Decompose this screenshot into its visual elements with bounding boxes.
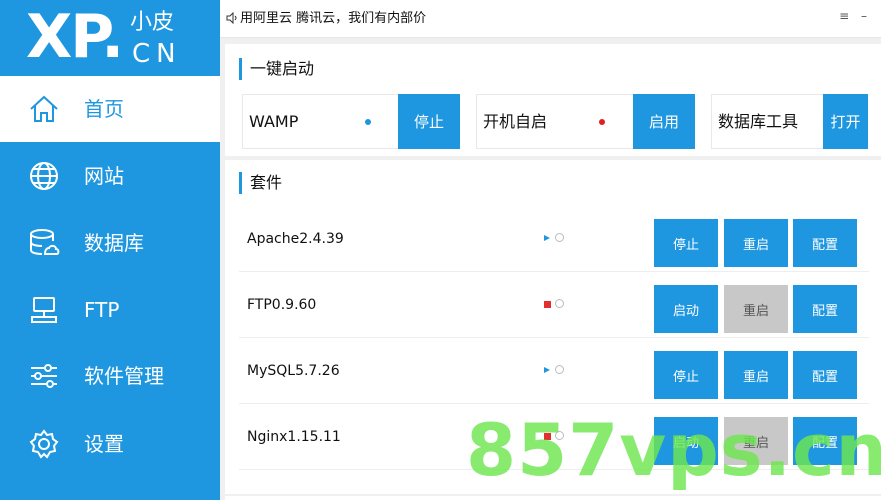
home-icon (28, 93, 60, 125)
nginx-restart-button[interactable]: 重启 (724, 417, 788, 465)
globe-icon (28, 160, 60, 192)
card-label: 开机自启 (483, 112, 547, 132)
table-row: Apache2.4.39 停止 重启 配置 (239, 208, 869, 272)
sidebar-item-label: 数据库 (84, 230, 144, 256)
mysql-restart-button[interactable]: 重启 (724, 351, 788, 399)
mysql-toggle-button[interactable]: 停止 (654, 351, 718, 399)
table-row: FTP0.9.60 启动 重启 配置 (239, 274, 869, 338)
speaker-icon (226, 12, 238, 24)
sidebar-item-home[interactable]: 首页 (0, 76, 220, 142)
info-icon (555, 299, 564, 308)
table-row: MySQL5.7.26 停止 重启 配置 (239, 340, 869, 404)
next-panel-edge (225, 496, 881, 500)
ftp-restart-button[interactable]: 重启 (724, 285, 788, 333)
logo: XP. 小皮 CN (0, 0, 220, 76)
info-icon (555, 431, 564, 440)
sidebar-item-label: 首页 (84, 96, 124, 122)
sidebar-item-settings[interactable]: 设置 (0, 411, 220, 477)
ftp-toggle-button[interactable]: 启动 (654, 285, 718, 333)
sidebar-item-label: 网站 (84, 163, 124, 189)
sidebar-item-label: 软件管理 (84, 363, 164, 389)
sidebar-item-software[interactable]: 软件管理 (0, 343, 220, 409)
card-label: 数据库工具 (718, 112, 798, 132)
sidebar-item-website[interactable]: 网站 (0, 143, 220, 209)
ftp-config-button[interactable]: 配置 (793, 285, 857, 333)
quickstart-card-wamp: WAMP 停止 (242, 94, 460, 149)
apache-config-button[interactable]: 配置 (793, 219, 857, 267)
quickstart-title: 一键启动 (239, 58, 314, 80)
stopped-icon (544, 301, 551, 308)
notice-link[interactable]: 用阿里云 腾讯云，我们有内部价 (240, 10, 426, 28)
sidebar-item-label: FTP (84, 297, 119, 323)
stopped-icon (544, 433, 551, 440)
sidebar-item-label: 设置 (84, 431, 124, 457)
sliders-icon (28, 360, 60, 392)
apache-toggle-button[interactable]: 停止 (654, 219, 718, 267)
ftp-icon (28, 294, 60, 326)
status-dot (365, 119, 371, 125)
sidebar: XP. 小皮 CN 首页 网站 数据库 FTP 软件管理 (0, 0, 220, 500)
running-icon (544, 235, 550, 241)
mysql-config-button[interactable]: 配置 (793, 351, 857, 399)
quickstart-card-autostart: 开机自启 启用 (476, 94, 695, 149)
logo-xp: XP. (26, 2, 122, 72)
dbtool-open-button[interactable]: 打开 (823, 94, 868, 149)
window-controls[interactable]: ≡ – (839, 9, 871, 23)
logo-cn: CN (132, 40, 182, 68)
apache-restart-button[interactable]: 重启 (724, 219, 788, 267)
service-name: FTP0.9.60 (247, 296, 316, 314)
info-icon (555, 233, 564, 242)
nginx-config-button[interactable]: 配置 (793, 417, 857, 465)
wamp-stop-button[interactable]: 停止 (398, 94, 460, 149)
status-dot (599, 119, 605, 125)
running-icon (544, 367, 550, 373)
info-icon (555, 365, 564, 374)
database-icon (28, 227, 60, 259)
quickstart-card-dbtool: 数据库工具 打开 (711, 94, 868, 149)
service-name: Nginx1.15.11 (247, 428, 341, 446)
logo-sub: 小皮 (130, 10, 174, 36)
service-name: Apache2.4.39 (247, 230, 344, 248)
suite-title: 套件 (239, 172, 282, 194)
header-bar: 用阿里云 腾讯云，我们有内部价 ≡ – (220, 0, 881, 38)
sidebar-item-database[interactable]: 数据库 (0, 210, 220, 276)
table-row: Nginx1.15.11 启动 重启 配置 (239, 406, 869, 470)
card-label: WAMP (249, 112, 298, 132)
sidebar-item-ftp[interactable]: FTP (0, 277, 220, 343)
gear-icon (28, 428, 60, 460)
autostart-enable-button[interactable]: 启用 (633, 94, 695, 149)
service-name: MySQL5.7.26 (247, 362, 340, 380)
nginx-toggle-button[interactable]: 启动 (654, 417, 718, 465)
